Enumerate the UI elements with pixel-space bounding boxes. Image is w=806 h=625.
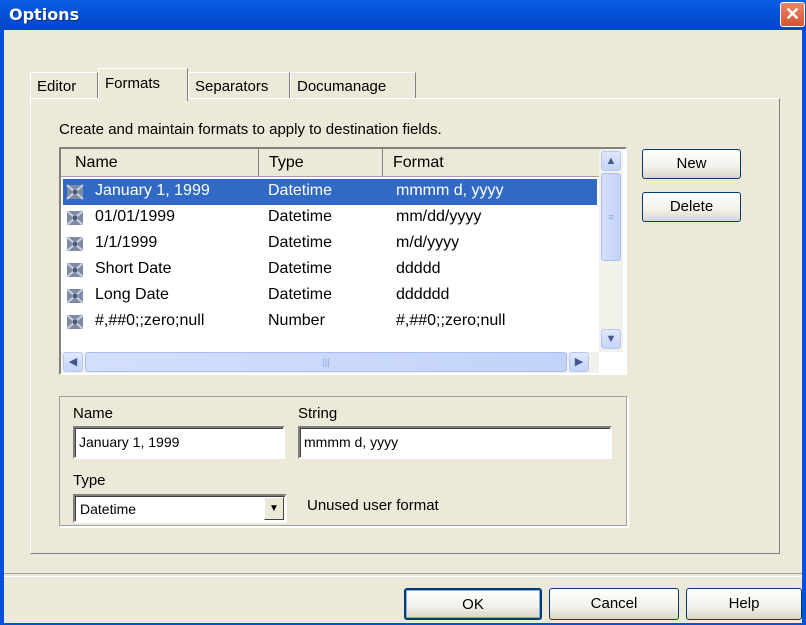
name-field[interactable]: January 1, 1999 (73, 426, 285, 459)
list-item[interactable]: 1/1/1999 Datetime m/d/yyyy (63, 231, 597, 257)
button-label: New (676, 155, 707, 172)
tab-documanage[interactable]: Documanage (290, 72, 416, 99)
type-select[interactable]: Datetime ▼ (73, 494, 287, 523)
tab-editor[interactable]: Editor (30, 72, 98, 99)
format-icon (66, 236, 84, 252)
tab-formats[interactable]: Formats (98, 68, 188, 101)
button-label: Help (728, 595, 760, 612)
string-label: String (298, 405, 338, 422)
row-type: Datetime (268, 234, 333, 251)
row-format: dddddd (396, 286, 450, 303)
string-field[interactable]: mmmm d, yyyy (298, 426, 612, 459)
horizontal-scroll-thumb[interactable]: ||| (85, 352, 567, 372)
row-format: ddddd (396, 260, 441, 277)
chevron-left-icon: ◀ (68, 356, 78, 368)
column-header-label: Format (393, 154, 444, 171)
format-icon (66, 210, 84, 226)
column-header-label: Type (269, 154, 304, 171)
scroll-up-button[interactable]: ▲ (601, 151, 621, 171)
button-label: OK (462, 596, 484, 613)
close-icon: ✕ (784, 4, 801, 24)
new-button[interactable]: New (642, 149, 741, 179)
chevron-right-icon: ▶ (574, 356, 584, 368)
window-frame-right (802, 30, 806, 625)
scroll-left-button[interactable]: ◀ (63, 352, 83, 372)
tab-label: Documanage (297, 78, 387, 95)
title-bar: Options ✕ (0, 0, 806, 30)
formats-list[interactable]: Name Type Format January 1, 1999 Datetime… (59, 147, 627, 375)
format-icon (66, 314, 84, 330)
footer-separator (4, 573, 802, 577)
horizontal-scrollbar[interactable]: ◀ ||| ▶ (61, 352, 599, 373)
list-item[interactable]: Long Date Datetime dddddd (63, 283, 597, 309)
list-header: Name Type Format (61, 149, 599, 177)
dropdown-arrow-button[interactable]: ▼ (264, 497, 284, 520)
row-format: m/d/yyyy (396, 234, 460, 251)
row-type: Datetime (268, 208, 333, 225)
row-type: Datetime (268, 260, 333, 277)
chevron-down-icon: ▼ (605, 333, 617, 345)
list-item[interactable]: Short Date Datetime ddddd (63, 257, 597, 283)
delete-button[interactable]: Delete (642, 192, 741, 222)
ok-button[interactable]: OK (404, 588, 542, 620)
tab-label: Separators (195, 78, 269, 95)
close-button[interactable]: ✕ (780, 2, 805, 27)
scroll-down-button[interactable]: ▼ (601, 329, 621, 349)
chevron-down-icon: ▼ (269, 503, 279, 514)
row-name: Short Date (95, 260, 172, 277)
cancel-button[interactable]: Cancel (549, 588, 679, 620)
list-item[interactable]: #,##0;;zero;null Number #,##0;;zero;null (63, 309, 597, 335)
chevron-up-icon: ▲ (605, 155, 617, 167)
button-label: Delete (669, 198, 714, 215)
column-header-type[interactable]: Type (259, 149, 383, 176)
row-type: Datetime (268, 286, 333, 303)
tab-separators[interactable]: Separators (188, 72, 290, 99)
scroll-right-button[interactable]: ▶ (569, 352, 589, 372)
tab-label: Formats (105, 75, 161, 92)
format-icon (66, 184, 84, 200)
row-format: #,##0;;zero;null (396, 312, 506, 329)
row-type: Number (268, 312, 325, 329)
row-name: Long Date (95, 286, 169, 303)
row-name: 1/1/1999 (95, 234, 158, 251)
column-header-name[interactable]: Name (61, 149, 259, 176)
vertical-scrollbar[interactable]: ▲ ≡ ▼ (599, 149, 623, 352)
column-header-label: Name (75, 154, 118, 171)
column-header-format[interactable]: Format (383, 149, 599, 176)
row-name: January 1, 1999 (95, 182, 210, 199)
format-icon (66, 288, 84, 304)
name-label: Name (73, 405, 114, 422)
list-item[interactable]: 01/01/1999 Datetime mm/dd/yyyy (63, 205, 597, 231)
row-type: Datetime (268, 182, 333, 199)
button-label: Cancel (590, 595, 638, 612)
row-name: 01/01/1999 (95, 208, 176, 225)
format-icon (66, 262, 84, 278)
row-format: mmmm d, yyyy (396, 182, 504, 199)
format-usage-status: Unused user format (307, 497, 439, 514)
panel-description: Create and maintain formats to apply to … (59, 121, 442, 138)
type-select-value: Datetime (80, 501, 137, 517)
row-name: #,##0;;zero;null (95, 312, 205, 329)
window-frame-left (0, 30, 4, 625)
vertical-scroll-thumb[interactable]: ≡ (601, 173, 621, 261)
window-title: Options (9, 5, 80, 24)
help-button[interactable]: Help (686, 588, 802, 620)
row-format: mm/dd/yyyy (396, 208, 482, 225)
list-item[interactable]: January 1, 1999 Datetime mmmm d, yyyy (63, 179, 597, 205)
tab-label: Editor (37, 78, 77, 95)
type-label: Type (73, 472, 106, 489)
